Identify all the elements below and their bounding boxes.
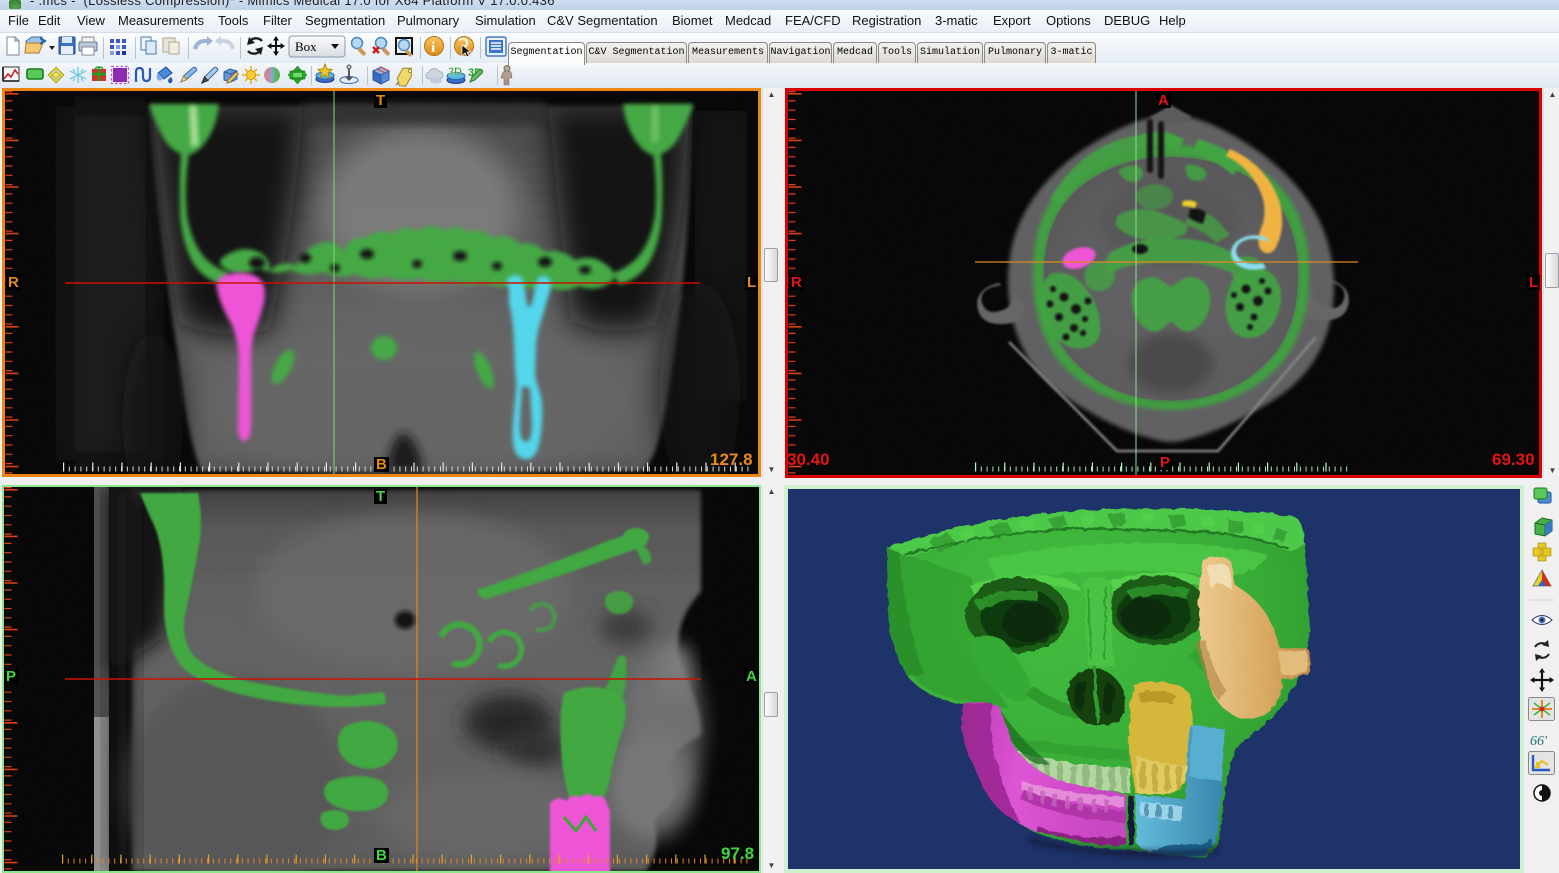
svg-text:66': 66' bbox=[1530, 734, 1548, 749]
svg-text:Box: Box bbox=[295, 39, 317, 54]
svg-text:i: i bbox=[431, 40, 435, 56]
svg-text:3D: 3D bbox=[448, 66, 462, 78]
